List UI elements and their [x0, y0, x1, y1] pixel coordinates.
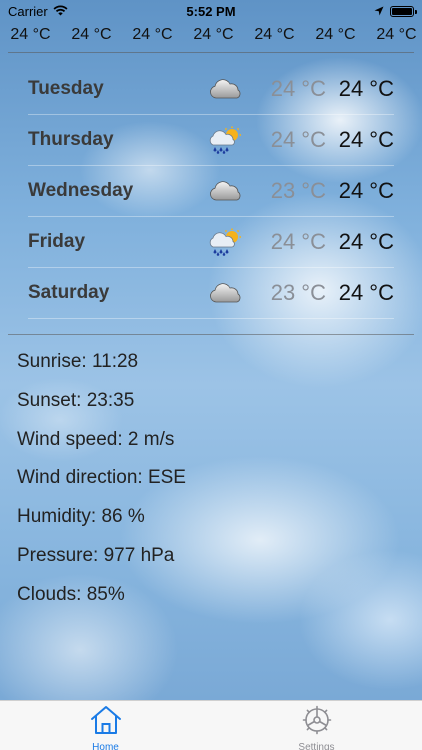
- pressure-label: Pressure: 977 hPa: [17, 544, 175, 566]
- status-right: [374, 4, 417, 19]
- divider: [8, 52, 414, 53]
- weather-details: Sunrise: 11:28 Sunset: 23:35 Wind speed:…: [17, 348, 186, 620]
- temp-max: 24 °C: [338, 127, 394, 152]
- daily-forecast-list: Tuesday 24 °C 24 °C Thursday 24 °C 24 °C…: [28, 64, 394, 319]
- sunrise-label: Sunrise: 11:28: [17, 351, 139, 372]
- temp-min: 23 °C: [270, 178, 326, 203]
- humidity-label: Humidity: 86 %: [17, 506, 145, 528]
- status-left: Carrier: [8, 4, 68, 19]
- forecast-row[interactable]: Thursday 24 °C 24 °C: [28, 115, 394, 166]
- sunset-label: Sunset: 23:35: [17, 389, 135, 411]
- battery-icon: [390, 5, 417, 17]
- tab-home[interactable]: Home: [0, 701, 211, 750]
- forecast-row[interactable]: Saturday 23 °C 24 °C: [28, 268, 394, 319]
- cloud-icon: [196, 74, 256, 104]
- forecast-row[interactable]: Wednesday 23 °C 24 °C: [28, 166, 394, 217]
- temp-max: 24 °C: [338, 229, 394, 254]
- temp-min: 24 °C: [270, 127, 326, 152]
- hourly-temp: 24 °C: [254, 26, 295, 43]
- tab-settings-label: Settings: [298, 742, 335, 750]
- wind-direction-label: Wind direction: ESE: [17, 467, 186, 489]
- tab-bar: Home Settings: [0, 700, 422, 750]
- cloud-icon: [196, 278, 256, 308]
- location-arrow-icon: [374, 4, 384, 19]
- hourly-temp: 24 °C: [71, 26, 112, 43]
- hourly-temp: 24 °C: [193, 26, 234, 43]
- home-icon: [90, 705, 122, 740]
- day-name: Saturday: [28, 282, 110, 303]
- sun-cloud-rain-icon: [196, 227, 256, 257]
- cloud-icon: [196, 176, 256, 206]
- status-bar: Carrier 5:52 PM: [0, 0, 422, 22]
- day-name: Tuesday: [28, 78, 104, 99]
- temp-min: 23 °C: [270, 280, 326, 305]
- forecast-row[interactable]: Tuesday 24 °C 24 °C: [28, 64, 394, 115]
- temp-max: 24 °C: [338, 178, 394, 203]
- divider: [8, 334, 414, 335]
- gear-icon: [302, 705, 332, 740]
- wind-speed-label: Wind speed: 2 m/s: [17, 428, 175, 450]
- tab-settings[interactable]: Settings: [211, 701, 422, 750]
- hourly-temp: 24 °C: [10, 26, 51, 43]
- forecast-row[interactable]: Friday 24 °C 24 °C: [28, 217, 394, 268]
- tab-home-label: Home: [92, 742, 119, 750]
- temp-min: 24 °C: [270, 76, 326, 101]
- hourly-forecast-strip[interactable]: 24 °C 24 °C 24 °C 24 °C 24 °C 24 °C 24 °…: [0, 22, 422, 48]
- temp-min: 24 °C: [270, 229, 326, 254]
- temp-max: 24 °C: [338, 280, 394, 305]
- hourly-temp: 24 °C: [376, 26, 417, 43]
- wifi-icon: [53, 4, 68, 19]
- clouds-label: Clouds: 85%: [17, 583, 125, 605]
- day-name: Friday: [28, 231, 86, 252]
- temp-max: 24 °C: [338, 76, 394, 101]
- hourly-temp: 24 °C: [315, 26, 356, 43]
- carrier-label: Carrier: [8, 3, 48, 19]
- day-name: Wednesday: [28, 180, 134, 201]
- day-name: Thursday: [28, 129, 114, 150]
- sun-cloud-rain-icon: [196, 125, 256, 155]
- hourly-temp: 24 °C: [132, 26, 173, 43]
